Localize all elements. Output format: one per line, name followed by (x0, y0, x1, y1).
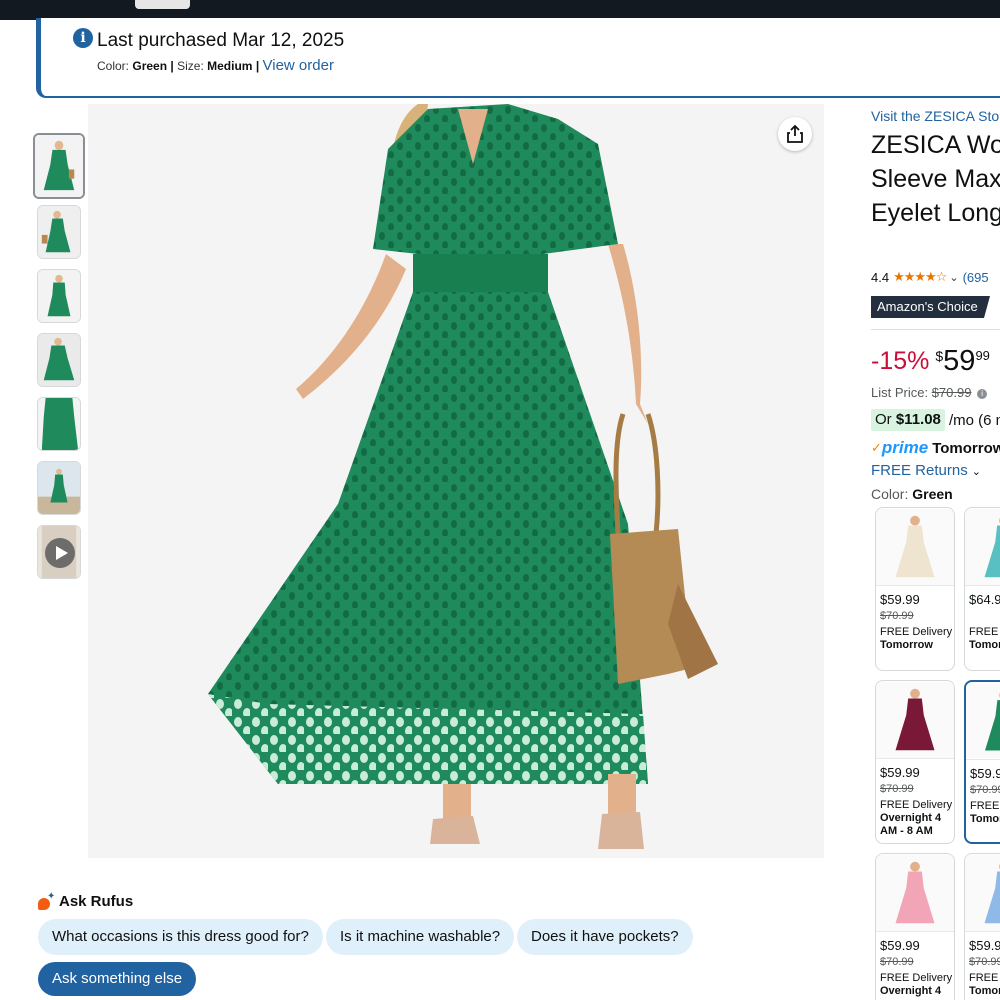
color-swatch-5[interactable]: $59.99 $70.99 FREE Delivery Overnight 4 (875, 853, 955, 1000)
chevron-down-icon[interactable]: ⌄ (949, 271, 958, 284)
banner-size-label: Size: (177, 59, 204, 73)
color-label: Color: (871, 486, 909, 502)
price-symbol: $ (935, 348, 944, 364)
ask-rufus-header: ✦ Ask Rufus (38, 891, 134, 910)
thumbnail-2[interactable] (37, 205, 81, 259)
swatch-list-price: $70.99 (970, 784, 1000, 796)
swatch-delivery: FREE Delivery Overnight 4 AM - 8 AM (880, 799, 953, 837)
list-price-label: List Price: (871, 385, 929, 400)
color-swatch-3[interactable]: $59.99 $70.99 FREE Delivery Overnight 4 AM… (875, 680, 955, 844)
share-icon (787, 124, 803, 143)
last-purchased-banner: i Last purchased Mar 12, 2025 Color: Gre… (36, 18, 1000, 98)
ask-rufus-title: Ask Rufus (59, 893, 134, 910)
ask-something-else-button[interactable]: Ask something else (38, 962, 197, 996)
swatch-delivery: FREE DeliveryTomorrow (969, 626, 1000, 651)
swatch-price: $59.99 (970, 766, 1000, 781)
swatch-price: $59.99 (969, 938, 1000, 953)
swatch-image (876, 681, 954, 759)
rating-value: 4.4 (871, 269, 890, 285)
swatch-delivery: FREE Delivery Overnight 4 (880, 972, 953, 997)
swatch-list-price: $70.99 (969, 956, 1000, 968)
price-row: -15% $ 59 99 (871, 344, 990, 378)
selected-color: Color: Green (871, 486, 953, 502)
discount-percent: -15% (871, 347, 930, 375)
price-fraction: 99 (975, 348, 990, 363)
last-purchased-title: Last purchased Mar 12, 2025 (97, 30, 345, 51)
prime-logo: prime (881, 438, 929, 457)
rufus-question-chip[interactable]: What occasions is this dress good for? (38, 919, 323, 955)
banner-color-value: Green (132, 59, 168, 73)
rufus-icon: ✦ (38, 891, 55, 910)
free-returns-label: FREE Returns (871, 462, 968, 479)
monthly-amount: $11.08 (895, 411, 941, 428)
swatch-price: $59.99 (880, 592, 920, 607)
color-swatch-6[interactable]: $59.99 $70.99 FREE DeliveryTomorrow (964, 853, 1000, 1000)
banner-color-label: Color: (97, 59, 130, 73)
swatch-image (876, 854, 954, 932)
product-details-column: Visit the ZESICA Store ZESICA Women's Sh… (871, 104, 1000, 1000)
swatch-image (966, 682, 1000, 760)
thumbnail-6[interactable] (37, 461, 81, 515)
swatch-price: $59.99 (880, 765, 920, 780)
divider (871, 329, 1000, 330)
thumbnail-5[interactable] (37, 397, 81, 451)
swatch-list-price: $70.99 (880, 783, 914, 795)
play-icon (45, 538, 75, 568)
product-title: ZESICA Women's Short Sleeve Maxi Dress H… (871, 131, 1000, 227)
color-swatch-2[interactable]: $64.99 FREE DeliveryTomorrow (964, 507, 1000, 671)
amazons-choice-badge: Amazon's Choice (871, 296, 990, 318)
prime-delivery-row: ✓ prime Tomorrow (871, 438, 1000, 458)
monthly-prefix: Or (875, 411, 892, 428)
swatch-delivery: FREE DeliveryTomorrow (969, 972, 1000, 997)
video-thumbnail[interactable] (37, 525, 81, 579)
free-returns-link[interactable]: FREE Returns ⌄ (871, 462, 981, 479)
image-thumbnails (33, 133, 85, 589)
swatch-list-price: $70.99 (880, 610, 914, 622)
color-value: Green (912, 486, 953, 502)
swatch-image (965, 854, 1000, 932)
thumbnail-4[interactable] (37, 333, 81, 387)
visit-store-link[interactable]: Visit the ZESICA Store (871, 108, 1000, 124)
list-price: List Price: $70.99 i (871, 385, 988, 400)
color-swatch-1[interactable]: $59.99 $70.99 FREE Delivery Tomorrow (875, 507, 955, 671)
share-button[interactable] (778, 117, 812, 151)
monthly-suffix: /mo (6 mo) (949, 412, 1000, 429)
star-rating-icon[interactable]: ★★★★☆ (893, 269, 947, 285)
color-swatch-4-selected[interactable]: $59.99 $70.99 FREE DeliveryTomorrow (964, 680, 1000, 844)
rufus-question-chip[interactable]: Does it have pockets? (517, 919, 693, 955)
swatch-price: $64.99 (969, 592, 1000, 607)
last-purchased-details: Color: Green | Size: Medium | View order (97, 57, 334, 74)
info-icon[interactable]: i (977, 389, 988, 399)
main-product-image[interactable] (88, 104, 824, 858)
rating-row: 4.4 ★★★★☆ ⌄ (695 (871, 269, 989, 285)
banner-size-value: Medium (207, 59, 253, 73)
info-icon: i (73, 28, 93, 48)
swatch-delivery: FREE DeliveryTomorrow (880, 626, 953, 651)
dress-illustration (208, 104, 718, 849)
ratings-count-link[interactable]: (695 (963, 270, 989, 285)
swatch-list-price: $70.99 (880, 956, 914, 968)
swatch-image (965, 508, 1000, 586)
chevron-down-icon: ⌄ (971, 466, 981, 478)
monthly-payment-badge[interactable]: Or $11.08 (871, 409, 945, 431)
banner-separator-2: | (255, 59, 260, 73)
swatch-delivery: FREE DeliveryTomorrow (970, 800, 1000, 825)
banner-separator: | (170, 59, 174, 73)
swatch-price: $59.99 (880, 938, 920, 953)
prime-check-icon: ✓ (871, 440, 882, 455)
thumbnail-3[interactable] (37, 269, 81, 323)
rufus-question-chip[interactable]: Is it machine washable? (326, 919, 515, 955)
thumbnail-1[interactable] (33, 133, 85, 199)
price-whole: 59 (943, 345, 976, 377)
view-order-link[interactable]: View order (263, 57, 334, 74)
prime-delivery-day: Tomorrow (932, 439, 1000, 457)
top-nav-bar (0, 0, 1000, 20)
list-price-value: $70.99 (931, 385, 972, 400)
swatch-image (876, 508, 954, 586)
nav-search-tab[interactable] (135, 0, 190, 9)
